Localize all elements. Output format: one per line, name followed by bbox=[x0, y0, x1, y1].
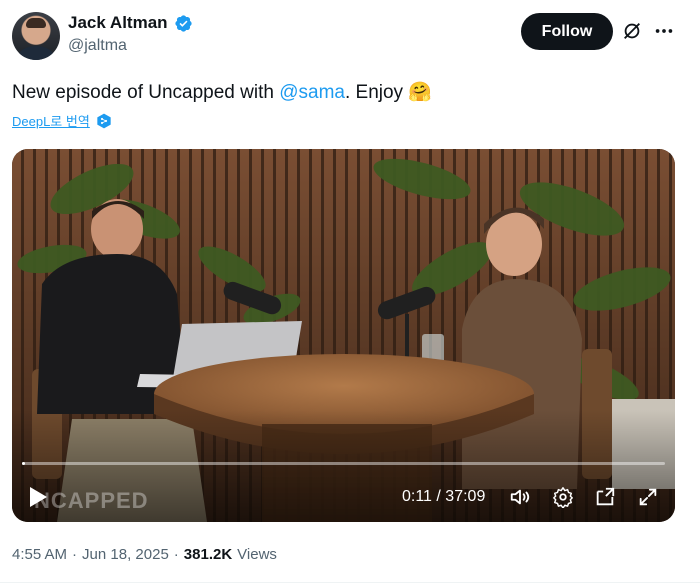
translate-label[interactable]: DeepL로 번역 bbox=[12, 111, 90, 130]
follow-button[interactable]: Follow bbox=[521, 13, 613, 50]
duration: 37:09 bbox=[445, 488, 486, 505]
verified-badge-icon bbox=[174, 14, 192, 32]
author-name-row[interactable]: Jack Altman bbox=[68, 13, 193, 33]
tweet-date[interactable]: Jun 18, 2025 bbox=[82, 546, 169, 563]
settings-gear-icon[interactable] bbox=[552, 486, 574, 508]
progress-bar[interactable] bbox=[22, 462, 665, 465]
progress-fill bbox=[22, 462, 26, 465]
author-name[interactable]: Jack Altman bbox=[68, 13, 168, 33]
views-count[interactable]: 381.2K bbox=[184, 546, 232, 563]
play-icon[interactable] bbox=[28, 486, 48, 508]
tweet-text: New episode of Uncapped with @sama. Enjo… bbox=[12, 80, 432, 104]
tweet-text-after: . Enjoy bbox=[344, 82, 409, 103]
views-label: Views bbox=[237, 546, 277, 563]
grok-icon[interactable] bbox=[621, 20, 643, 42]
mention-link[interactable]: @sama bbox=[279, 82, 345, 103]
hugging-emoji: 🤗 bbox=[408, 82, 433, 103]
video-controls: NCAPPED 0:11 / 37:09 bbox=[12, 452, 675, 522]
video-watermark: NCAPPED bbox=[34, 488, 149, 513]
video-player[interactable]: NCAPPED 0:11 / 37:09 bbox=[12, 149, 675, 522]
author-handle[interactable]: @jaltma bbox=[68, 37, 127, 55]
time-separator: / bbox=[431, 488, 446, 505]
meta-separator: · bbox=[173, 546, 179, 563]
tweet-meta: 4:55 AM · Jun 18, 2025 · 381.2K Views bbox=[12, 546, 277, 563]
deepl-icon bbox=[97, 113, 111, 128]
avatar-hair bbox=[26, 18, 46, 28]
author-avatar[interactable] bbox=[12, 12, 60, 60]
more-options-icon[interactable] bbox=[653, 20, 675, 42]
avatar-shirt bbox=[18, 46, 54, 60]
translate-link[interactable]: DeepL로 번역 bbox=[12, 111, 112, 130]
tweet-time[interactable]: 4:55 AM bbox=[12, 546, 67, 563]
picture-in-picture-icon[interactable] bbox=[594, 486, 616, 508]
current-time: 0:11 bbox=[402, 488, 432, 505]
fullscreen-icon[interactable] bbox=[637, 486, 659, 508]
meta-separator: · bbox=[72, 546, 78, 563]
tweet-text-before: New episode of Uncapped with bbox=[12, 82, 280, 103]
volume-icon[interactable] bbox=[509, 486, 531, 508]
video-time: 0:11 / 37:09 bbox=[402, 488, 485, 506]
